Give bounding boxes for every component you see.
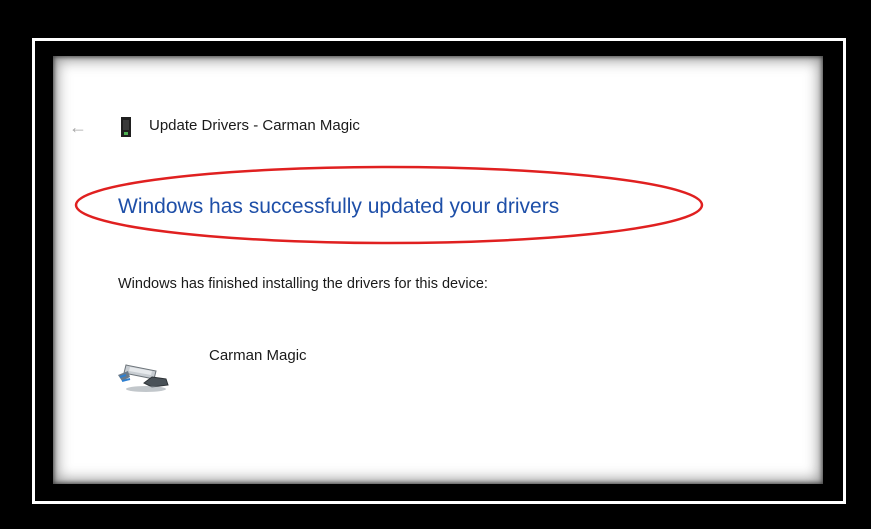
success-heading: Windows has successfully updated your dr… [118, 195, 560, 218]
window-title: Update Drivers - Carman Magic [149, 117, 360, 134]
install-status-text: Windows has finished installing the driv… [118, 276, 488, 292]
usb-device-icon [118, 364, 169, 392]
screenshot-frame: ← Update Drivers - Carman Magic Windows … [0, 0, 871, 529]
back-button[interactable]: ← [67, 116, 89, 138]
device-name: Carman Magic [209, 347, 307, 364]
arrow-left-icon: ← [69, 117, 87, 137]
update-drivers-dialog: ← Update Drivers - Carman Magic Windows … [53, 56, 823, 484]
device-icon [121, 117, 131, 137]
